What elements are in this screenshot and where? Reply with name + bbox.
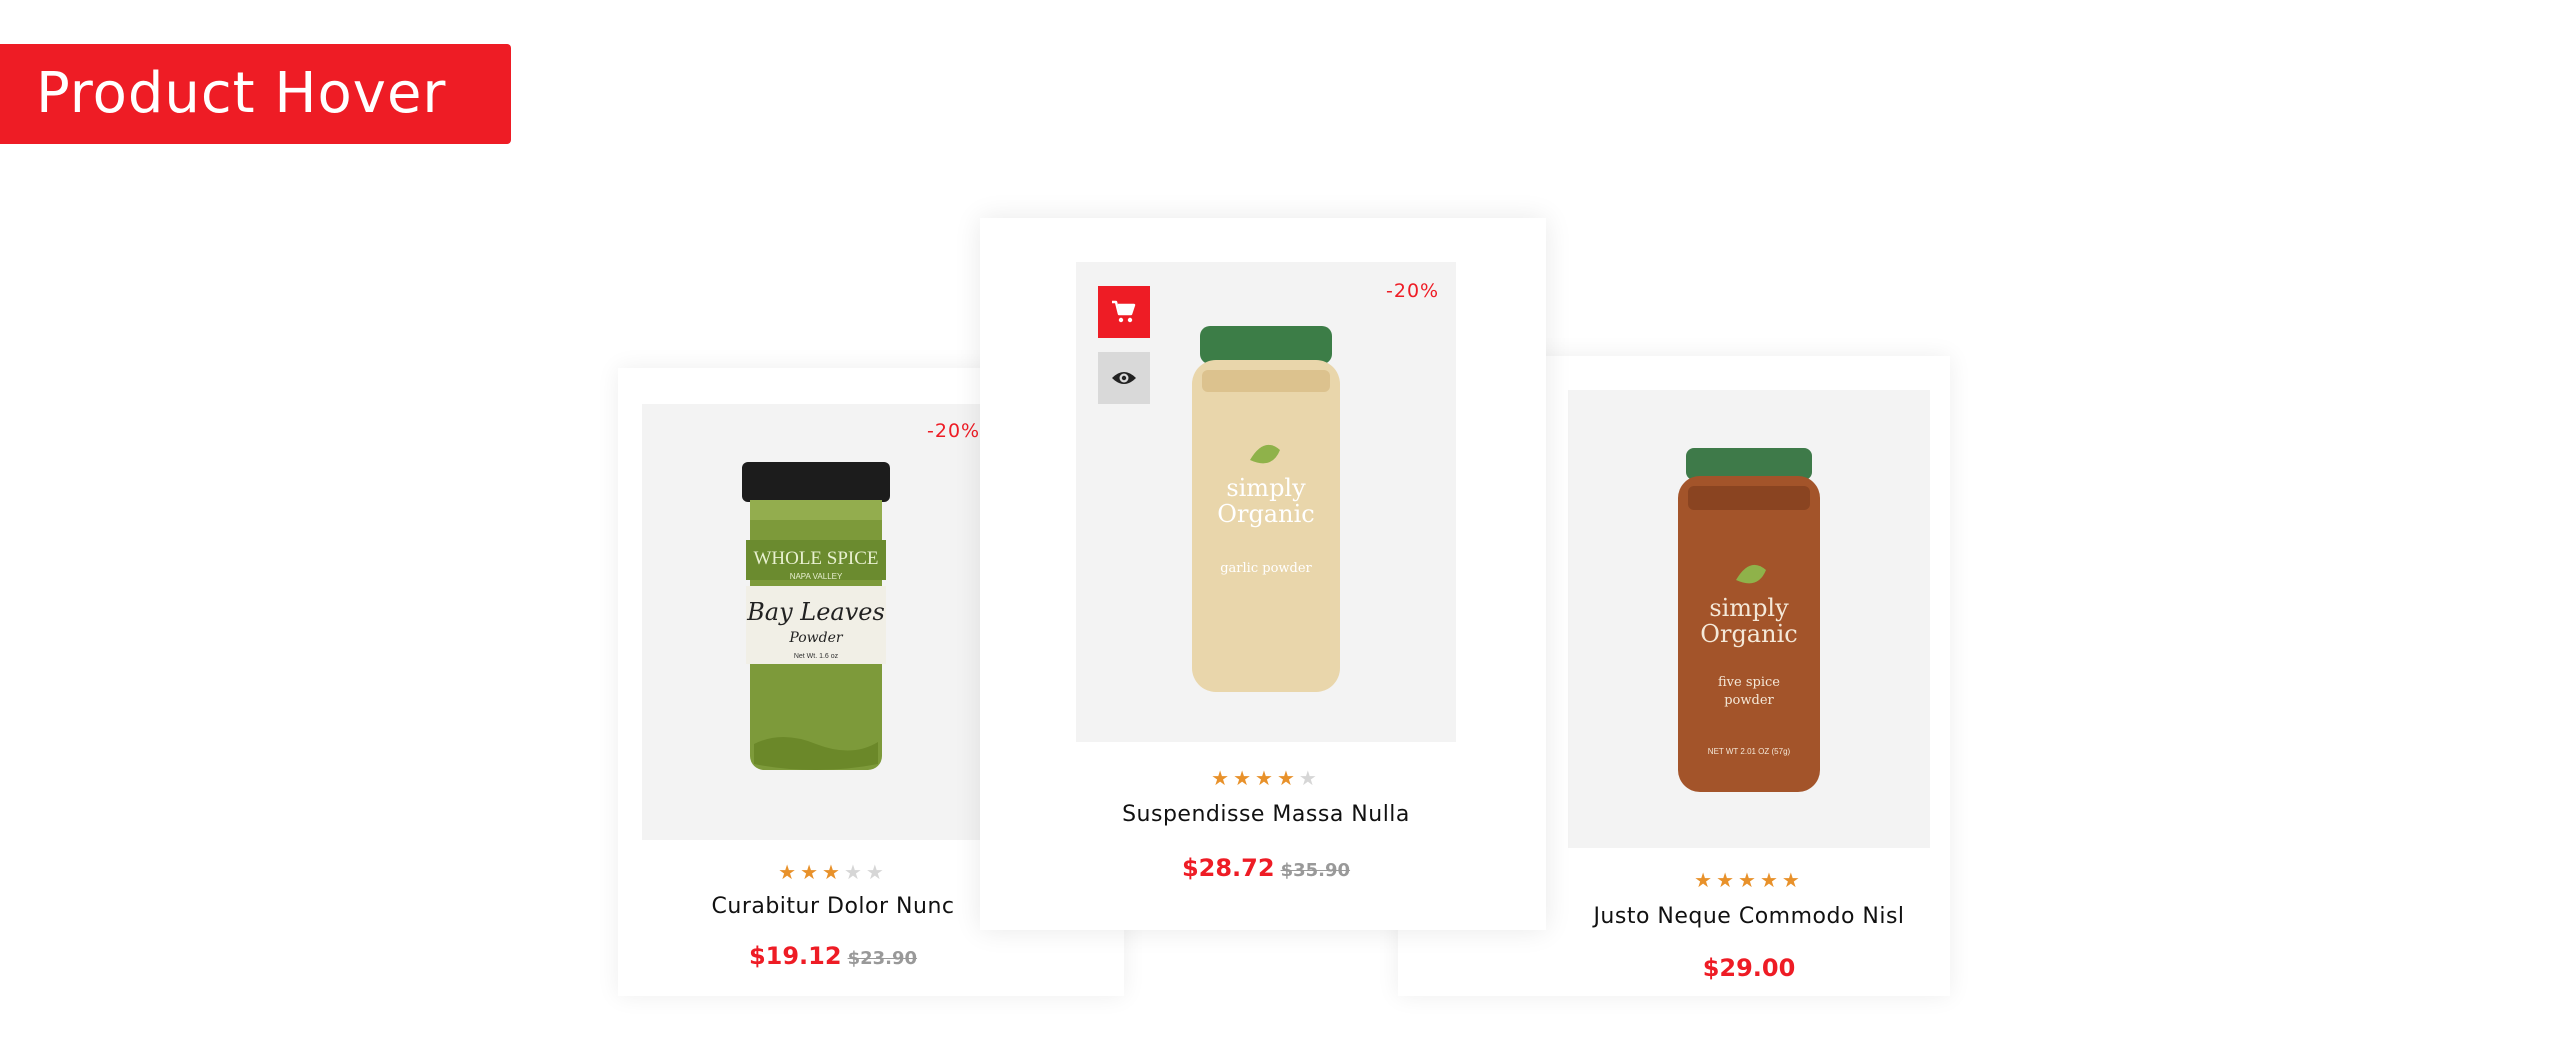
- star-icon: ★: [1759, 868, 1782, 892]
- star-icon: ★: [1298, 766, 1321, 790]
- jar2-brand1: simply: [1226, 474, 1306, 502]
- star-icon: ★: [1781, 868, 1804, 892]
- product-image-3[interactable]: simply Organic five spice powder NET WT …: [1568, 390, 1930, 848]
- product-title-2[interactable]: Suspendisse Massa Nulla: [1076, 802, 1456, 827]
- star-icon: ★: [1716, 868, 1739, 892]
- price-2: $28.72: [1181, 854, 1275, 882]
- product-prices-1: $19.12 $23.90: [542, 942, 1124, 970]
- jar1-name-line1: Bay Leaves: [746, 598, 885, 626]
- star-icon: ★: [800, 860, 823, 884]
- jar2-brand2: Organic: [1217, 500, 1314, 528]
- star-icon: ★: [1738, 868, 1760, 892]
- jar3-brand2: Organic: [1700, 620, 1797, 648]
- jar1-sub: NAPA VALLEY: [790, 572, 843, 581]
- jar1-name-line2: Powder: [788, 630, 844, 646]
- price-3: $29.00: [1702, 954, 1796, 982]
- star-icon: ★: [1233, 766, 1256, 790]
- rating-2: ★★★★★: [1076, 766, 1456, 790]
- rating-3: ★★★★★: [1568, 868, 1930, 892]
- page-title: Product Hover: [36, 61, 447, 126]
- jar3-brand1: simply: [1709, 594, 1789, 622]
- jar1-net: Net Wt. 1.6 oz: [794, 653, 839, 660]
- star-icon: ★: [1694, 868, 1717, 892]
- discount-badge-1: -20%: [927, 420, 981, 442]
- jar1-brand: WHOLE SPICE: [753, 548, 878, 569]
- eye-icon: [1112, 372, 1136, 384]
- star-icon: ★: [822, 860, 844, 884]
- old-price-2: $35.90: [1280, 860, 1351, 881]
- jar2-product: garlic powder: [1220, 561, 1312, 576]
- star-icon: ★: [843, 860, 866, 884]
- spice-jar-five-spice: simply Organic five spice powder NET WT …: [1678, 448, 1820, 792]
- old-price-1: $23.90: [847, 948, 918, 969]
- jar3-net: NET WT 2.01 OZ (57g): [1708, 747, 1791, 756]
- discount-badge-2: -20%: [1386, 280, 1440, 302]
- star-icon: ★: [1276, 766, 1299, 790]
- star-icon: ★: [865, 860, 888, 884]
- price-1: $19.12: [748, 942, 842, 970]
- star-icon: ★: [1255, 766, 1277, 790]
- star-icon: ★: [1211, 766, 1234, 790]
- product-title-3[interactable]: Justo Neque Commodo Nisl: [1568, 904, 1930, 929]
- jar3-product1: five spice: [1718, 675, 1780, 690]
- star-icon: ★: [778, 860, 801, 884]
- product-card-2[interactable]: simply Organic garlic powder -20% ★★★★★ …: [980, 218, 1546, 930]
- jar3-product2: powder: [1724, 693, 1774, 708]
- cart-icon: [1112, 300, 1136, 323]
- product-prices-3: $29.00: [1568, 954, 1930, 982]
- quick-view-button[interactable]: [1098, 352, 1150, 404]
- add-to-cart-button[interactable]: [1098, 286, 1150, 338]
- product-prices-2: $28.72 $35.90: [1076, 854, 1456, 882]
- page-title-banner: Product Hover: [0, 44, 511, 144]
